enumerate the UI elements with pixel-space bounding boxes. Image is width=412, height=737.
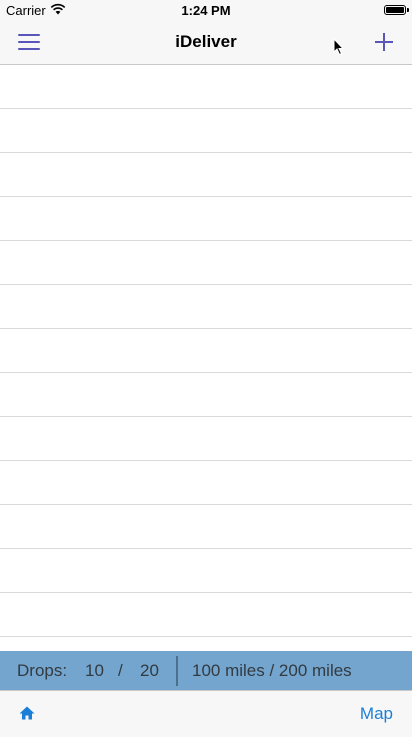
mouse-cursor-icon [333, 37, 345, 61]
page-title: iDeliver [175, 32, 237, 51]
drops-completed: 10 [85, 661, 104, 680]
delivery-list[interactable] [0, 65, 412, 651]
table-row[interactable] [0, 373, 412, 417]
miles-progress: 100 miles / 200 miles [192, 661, 352, 680]
plus-icon[interactable] [374, 32, 394, 52]
summary-divider [176, 656, 178, 686]
home-icon[interactable] [19, 706, 35, 725]
table-row[interactable] [0, 593, 412, 637]
battery-icon [384, 5, 406, 15]
status-time: 1:24 PM [181, 3, 231, 18]
battery-fill [386, 7, 404, 13]
table-row[interactable] [0, 505, 412, 549]
table-row[interactable] [0, 461, 412, 505]
table-row[interactable] [0, 197, 412, 241]
status-bar: Carrier 1:24 PM [0, 0, 412, 22]
drops-label: Drops: [17, 661, 68, 680]
table-row[interactable] [0, 549, 412, 593]
table-row[interactable] [0, 109, 412, 153]
table-row[interactable] [0, 329, 412, 373]
drops-total: 20 [140, 661, 159, 680]
table-row[interactable] [0, 65, 412, 109]
table-row[interactable] [0, 153, 412, 197]
battery-tip [407, 8, 409, 12]
drops-separator: / [118, 661, 123, 680]
table-row[interactable] [0, 285, 412, 329]
map-button[interactable]: Map [360, 704, 393, 724]
table-row[interactable] [0, 241, 412, 285]
bottom-toolbar: Map [0, 690, 412, 737]
navigation-bar: iDeliver [0, 22, 412, 65]
drops-summary-bar: Drops: 10 / 20 100 miles / 200 miles [0, 651, 412, 690]
table-row[interactable] [0, 417, 412, 461]
